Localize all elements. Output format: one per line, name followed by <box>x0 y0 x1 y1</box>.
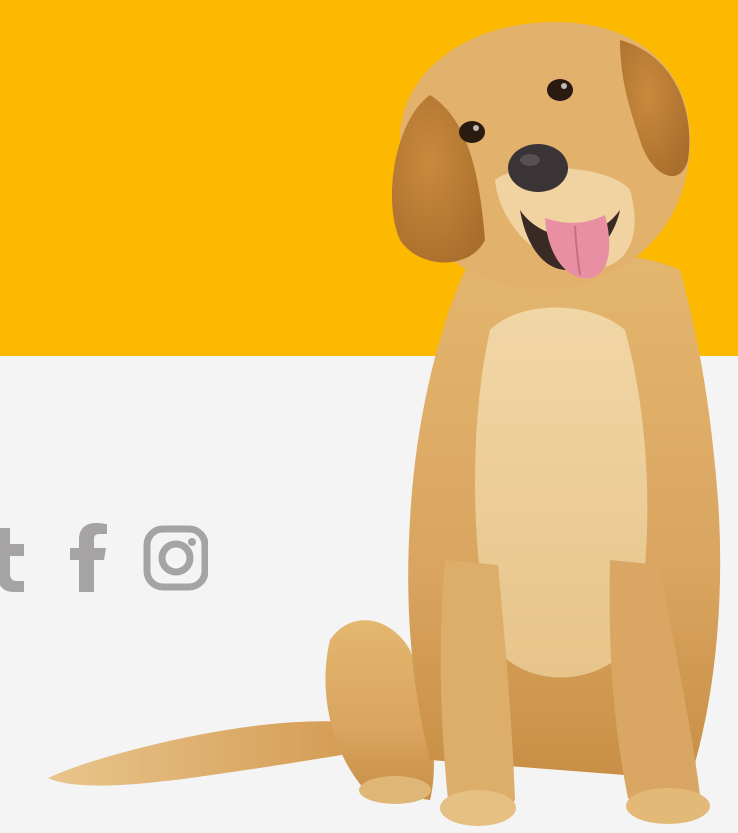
dog-eye-right <box>547 79 573 101</box>
dog-paw-rear <box>359 776 431 804</box>
dog-paw-right <box>626 788 710 824</box>
tumblr-link[interactable] <box>0 522 36 594</box>
tumblr-icon <box>0 528 24 592</box>
dog-eye-left <box>459 121 485 143</box>
dog-tail <box>48 721 360 786</box>
dog-illustration <box>48 21 721 826</box>
dog-nose <box>508 144 568 192</box>
dog-paw-left <box>440 790 516 826</box>
hero-section <box>0 0 738 833</box>
golden-retriever-image <box>40 0 738 833</box>
